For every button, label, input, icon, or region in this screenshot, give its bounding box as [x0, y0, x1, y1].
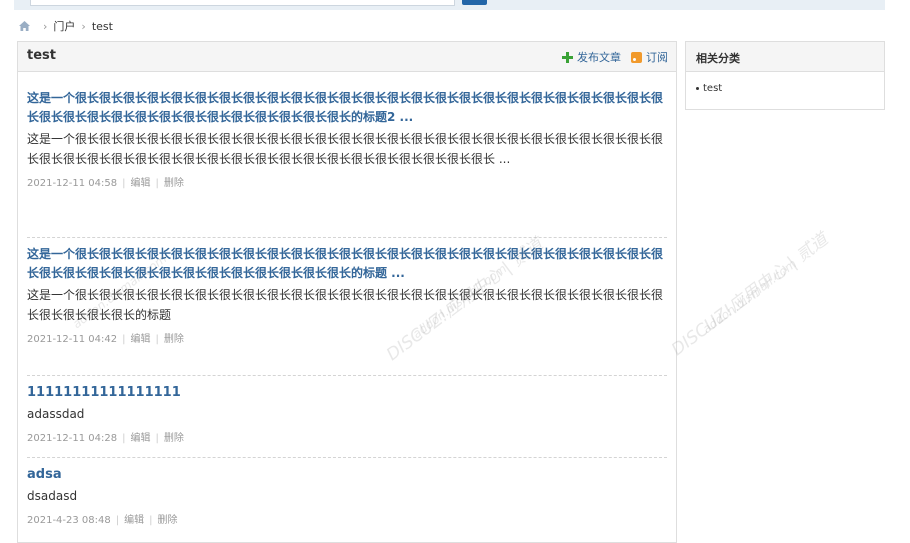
panel-header: test 发布文章 订阅 [18, 42, 676, 72]
home-icon[interactable] [18, 20, 31, 32]
article-date: 2021-12-11 04:58 [27, 178, 118, 189]
publish-article-label: 发布文章 [577, 51, 621, 64]
category-item-test[interactable]: test [703, 83, 722, 94]
panel-actions: 发布文章 订阅 [562, 49, 668, 65]
breadcrumb-portal-link[interactable]: 门户 [53, 18, 75, 34]
article-date: 2021-4-23 08:48 [27, 515, 111, 526]
plus-icon [562, 51, 573, 63]
article-meta: 2021-12-11 04:28 | 编辑 | 删除 [27, 433, 184, 444]
breadcrumb-current[interactable]: test [92, 20, 113, 33]
list-item: 这是一个很长很长很长很长很长很长很长很长很长很长很长很长很长很长很长很长很长很长… [27, 245, 665, 347]
sidebar-title: 相关分类 [696, 52, 740, 65]
publish-article-button[interactable]: 发布文章 [562, 49, 621, 65]
delete-link[interactable]: 删除 [158, 515, 178, 526]
rss-icon [631, 51, 642, 63]
article-summary: 这是一个很长很长很长很长很长很长很长很长很长很长很长很长很长很长很长很长很长很长… [27, 288, 664, 322]
edit-link[interactable]: 编辑 [131, 334, 151, 345]
delete-link[interactable]: 删除 [164, 334, 184, 345]
article-title-link[interactable]: 这是一个很长很长很长很长很长很长很长很长很长很长很长很长很长很长很长很长很长很长… [27, 245, 665, 283]
article-meta: 2021-12-11 04:58 | 编辑 | 删除 [27, 178, 184, 189]
edit-link[interactable]: 编辑 [131, 178, 151, 189]
article-title-link[interactable]: 11111111111111111 [27, 383, 665, 402]
article-list-panel: test 发布文章 订阅 这是一个很长很长很长很长很长很长很长很长很长很长很长很… [17, 41, 677, 543]
article-title-link[interactable]: adsa [27, 465, 665, 484]
article-title-link[interactable]: 这是一个很长很长很长很长很长很长很长很长很长很长很长很长很长很长很长很长很长很长… [27, 89, 665, 127]
edit-link[interactable]: 编辑 [124, 515, 144, 526]
search-button[interactable] [462, 0, 487, 5]
article-date: 2021-12-11 04:42 [27, 334, 118, 345]
article-meta: 2021-12-11 04:42 | 编辑 | 删除 [27, 334, 184, 345]
search-type-select[interactable] [400, 0, 455, 6]
article-summary: dsadasd [27, 489, 78, 503]
chevron-right-icon: › [81, 19, 86, 33]
delete-link[interactable]: 删除 [164, 433, 184, 444]
divider [27, 375, 667, 376]
divider [27, 237, 667, 238]
article-summary: adassdad [27, 407, 85, 421]
watermark: addon.dismall.com [700, 256, 800, 337]
related-categories-panel: 相关分类 test [685, 41, 885, 110]
subscribe-label: 订阅 [646, 51, 668, 64]
page-title: test [27, 48, 56, 63]
sidebar-header: 相关分类 [686, 42, 884, 72]
list-item: adsa dsadasd 2021-4-23 08:48 | 编辑 | 删除 [27, 465, 665, 528]
search-input[interactable] [30, 0, 402, 6]
list-item: 这是一个很长很长很长很长很长很长很长很长很长很长很长很长很长很长很长很长很长很长… [27, 89, 665, 191]
chevron-right-icon: › [43, 19, 48, 33]
article-meta: 2021-4-23 08:48 | 编辑 | 删除 [27, 515, 178, 526]
edit-link[interactable]: 编辑 [131, 433, 151, 444]
article-summary: 这是一个很长很长很长很长很长很长很长很长很长很长很长很长很长很长很长很长很长很长… [27, 132, 664, 166]
bullet-icon [696, 86, 699, 90]
subscribe-button[interactable]: 订阅 [646, 49, 668, 65]
divider [27, 457, 667, 458]
article-date: 2021-12-11 04:28 [27, 433, 118, 444]
watermark: DISCUZ!应用中心 | 贰道 [668, 229, 832, 360]
breadcrumb: › 门户 › test [18, 17, 113, 35]
category-list: test [686, 72, 884, 94]
delete-link[interactable]: 删除 [164, 178, 184, 189]
list-item: 11111111111111111 adassdad 2021-12-11 04… [27, 383, 665, 446]
